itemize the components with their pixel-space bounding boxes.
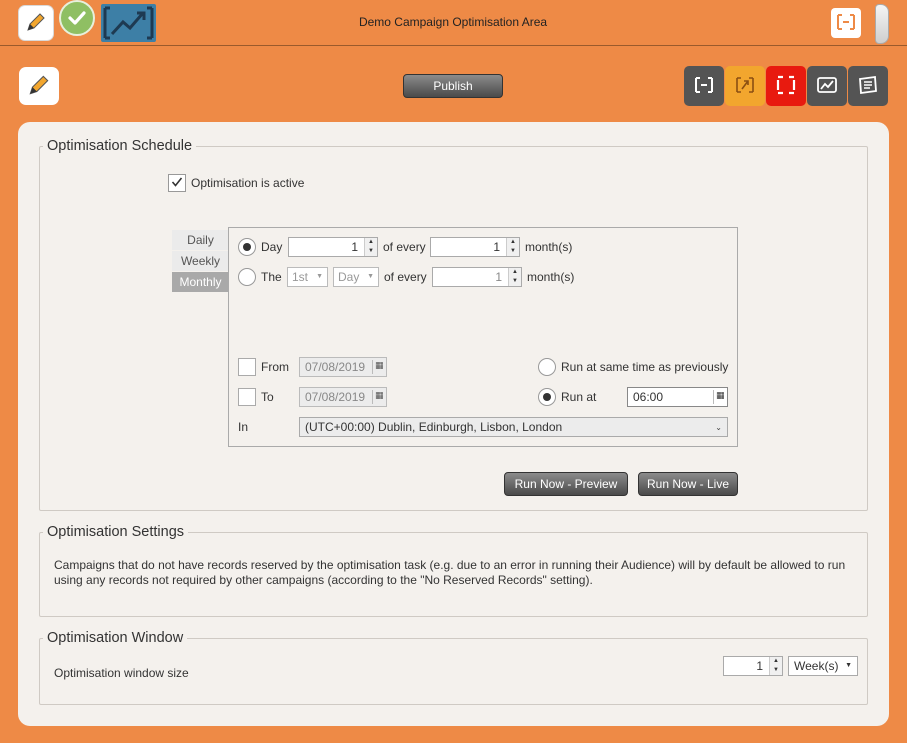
chart-view-button[interactable] <box>101 4 156 42</box>
stepper-down-icon[interactable]: ▼ <box>365 247 377 256</box>
day-radio[interactable] <box>238 238 256 256</box>
chevron-down-icon: ⌄ <box>715 423 722 432</box>
tab-weekly[interactable]: Weekly <box>172 251 229 271</box>
stepper-down-icon[interactable]: ▼ <box>770 666 782 675</box>
timezone-value: (UTC+00:00) Dublin, Edinburgh, Lisbon, L… <box>305 420 563 434</box>
app-title: Demo Campaign Optimisation Area <box>358 15 548 29</box>
months-label: month(s) <box>525 240 573 254</box>
stepper-up-icon[interactable]: ▲ <box>365 238 377 247</box>
edit-button[interactable] <box>18 5 54 41</box>
the-months-stepper[interactable]: 1 ▲ ▼ <box>432 267 522 287</box>
run-at-time-value: 06:00 <box>633 390 664 404</box>
frame-red-icon <box>775 75 797 98</box>
the-radio[interactable] <box>238 268 256 286</box>
window-size-label: Optimisation window size <box>54 666 189 680</box>
calendar-icon[interactable]: ▦ <box>372 360 384 374</box>
run-now-live-button[interactable]: Run Now - Live <box>638 472 738 496</box>
optimisation-settings-legend: Optimisation Settings <box>47 524 185 540</box>
tab-monthly[interactable]: Monthly <box>172 272 229 292</box>
day-number-stepper[interactable]: 1 ▲ ▼ <box>288 237 378 257</box>
run-at-label: Run at <box>561 390 597 404</box>
stepper-up-icon[interactable]: ▲ <box>770 657 782 666</box>
fit-frame-button[interactable] <box>831 8 861 38</box>
window-unit-value: Week(s) <box>794 659 839 673</box>
run-at-radio[interactable] <box>538 388 556 406</box>
optimisation-active-label: Optimisation is active <box>191 176 305 190</box>
window-unit-select[interactable]: Week(s) ▼ <box>788 656 858 676</box>
expand-diagonal-icon <box>734 75 756 98</box>
chevron-down-icon: ▼ <box>316 273 323 280</box>
optimisation-active-checkbox[interactable] <box>168 174 186 192</box>
frame-red-button[interactable] <box>766 66 806 106</box>
list-card-icon <box>857 75 879 98</box>
months-label: month(s) <box>527 270 575 284</box>
day-label: Day <box>261 240 283 254</box>
optimisation-window-legend: Optimisation Window <box>47 630 184 646</box>
run-same-time-radio[interactable] <box>538 358 556 376</box>
chart-line-button[interactable] <box>807 66 847 106</box>
side-panel-handle[interactable] <box>875 4 889 44</box>
list-card-button[interactable] <box>848 66 888 106</box>
pencil-icon <box>26 72 52 101</box>
of-every-label: of every <box>384 270 427 284</box>
view-toolbar <box>684 66 888 106</box>
ordinal-value: 1st <box>292 270 309 284</box>
stepper-up-icon[interactable]: ▲ <box>509 268 521 277</box>
pencil-icon <box>24 10 48 37</box>
from-label: From <box>261 360 289 374</box>
the-label: The <box>261 270 282 284</box>
monthly-schedule-box <box>228 227 738 447</box>
timezone-select[interactable]: (UTC+00:00) Dublin, Edinburgh, Lisbon, L… <box>299 417 728 437</box>
to-checkbox[interactable] <box>238 388 256 406</box>
expand-diagonal-button[interactable] <box>725 66 765 106</box>
checkmark-icon <box>171 176 183 191</box>
window-size-value: 1 <box>756 659 763 673</box>
day-months-stepper[interactable]: 1 ▲ ▼ <box>430 237 520 257</box>
to-date-value: 07/08/2019 <box>305 390 366 404</box>
to-label: To <box>261 390 274 404</box>
publish-button[interactable]: Publish <box>403 74 503 98</box>
in-label: In <box>238 420 249 434</box>
settings-description: Campaigns that do not have records reser… <box>54 558 846 587</box>
stepper-down-icon[interactable]: ▼ <box>507 247 519 256</box>
clock-picker-icon[interactable]: ▦ <box>713 390 725 404</box>
from-date-field[interactable]: 07/08/2019 ▦ <box>299 357 387 377</box>
day-type-select[interactable]: Day ▼ <box>333 267 379 287</box>
to-date-field[interactable]: 07/08/2019 ▦ <box>299 387 387 407</box>
fit-frame-icon <box>836 13 856 34</box>
tab-daily[interactable]: Daily <box>172 230 229 250</box>
from-checkbox[interactable] <box>238 358 256 376</box>
of-every-label: of every <box>383 240 426 254</box>
checkmark-icon <box>61 2 93 34</box>
stepper-up-icon[interactable]: ▲ <box>507 238 519 247</box>
day-number-value: 1 <box>351 240 358 254</box>
ordinal-select[interactable]: 1st ▼ <box>287 267 328 287</box>
chevron-down-icon: ▼ <box>845 662 852 669</box>
run-same-time-label: Run at same time as previously <box>561 360 729 374</box>
fit-frame-icon <box>693 75 715 98</box>
window-size-stepper[interactable]: 1 ▲ ▼ <box>723 656 783 676</box>
day-months-value: 1 <box>493 240 500 254</box>
fit-frame-button[interactable] <box>684 66 724 106</box>
optimisation-schedule-legend: Optimisation Schedule <box>47 138 193 154</box>
chevron-down-icon: ▼ <box>367 273 374 280</box>
calendar-icon[interactable]: ▦ <box>372 390 384 404</box>
schedule-tabs: Daily Weekly Monthly <box>172 230 229 293</box>
from-date-value: 07/08/2019 <box>305 360 366 374</box>
chart-line-icon <box>816 75 838 98</box>
chart-trend-icon <box>101 6 156 45</box>
stepper-down-icon[interactable]: ▼ <box>509 277 521 286</box>
run-at-time-field[interactable]: 06:00 ▦ <box>627 387 728 407</box>
run-now-preview-button[interactable]: Run Now - Preview <box>504 472 628 496</box>
day-type-value: Day <box>338 270 360 284</box>
confirm-button[interactable] <box>59 0 95 36</box>
the-months-value: 1 <box>495 270 502 284</box>
edit-mode-button[interactable] <box>19 67 59 105</box>
